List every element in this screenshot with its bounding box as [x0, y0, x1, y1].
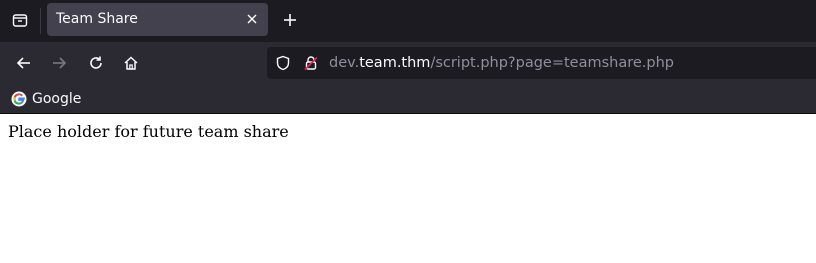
- tab-separator: [40, 8, 41, 34]
- close-tab-button[interactable]: [244, 11, 260, 27]
- back-button[interactable]: [11, 50, 37, 76]
- page-content: Place holder for future team share: [0, 114, 816, 263]
- url-prefix: dev.: [329, 55, 360, 71]
- google-icon: [11, 91, 27, 107]
- home-icon: [124, 56, 138, 70]
- bookmark-label: Google: [32, 91, 82, 107]
- insecure-lock-icon[interactable]: [303, 55, 319, 71]
- arrow-left-icon: [16, 57, 30, 69]
- page-body-text: Place holder for future team share: [8, 122, 289, 141]
- arrow-right-icon: [53, 57, 67, 69]
- tab-list-icon: [12, 14, 28, 27]
- tab-title: Team Share: [56, 11, 138, 27]
- new-tab-button[interactable]: [278, 8, 302, 32]
- tab-team-share[interactable]: Team Share: [47, 3, 268, 36]
- close-icon: [247, 14, 257, 24]
- forward-button[interactable]: [46, 50, 72, 76]
- address-bar[interactable]: dev.team.thm/script.php?page=teamshare.p…: [267, 47, 816, 79]
- home-button[interactable]: [118, 50, 144, 76]
- shield-icon[interactable]: [275, 55, 291, 71]
- reload-icon: [90, 56, 102, 69]
- reload-button[interactable]: [83, 50, 109, 76]
- url-domain: team.thm: [359, 55, 431, 71]
- list-all-tabs-button[interactable]: [6, 6, 34, 34]
- tab-bar: Team Share: [0, 0, 816, 42]
- url-text[interactable]: dev.team.thm/script.php?page=teamshare.p…: [329, 55, 674, 71]
- url-path: /script.php?page=teamshare.php: [430, 55, 675, 71]
- plus-icon: [284, 14, 296, 26]
- bookmark-google[interactable]: Google: [11, 89, 81, 109]
- bookmarks-toolbar: Google: [0, 84, 816, 114]
- navigation-toolbar: dev.team.thm/script.php?page=teamshare.p…: [0, 42, 816, 84]
